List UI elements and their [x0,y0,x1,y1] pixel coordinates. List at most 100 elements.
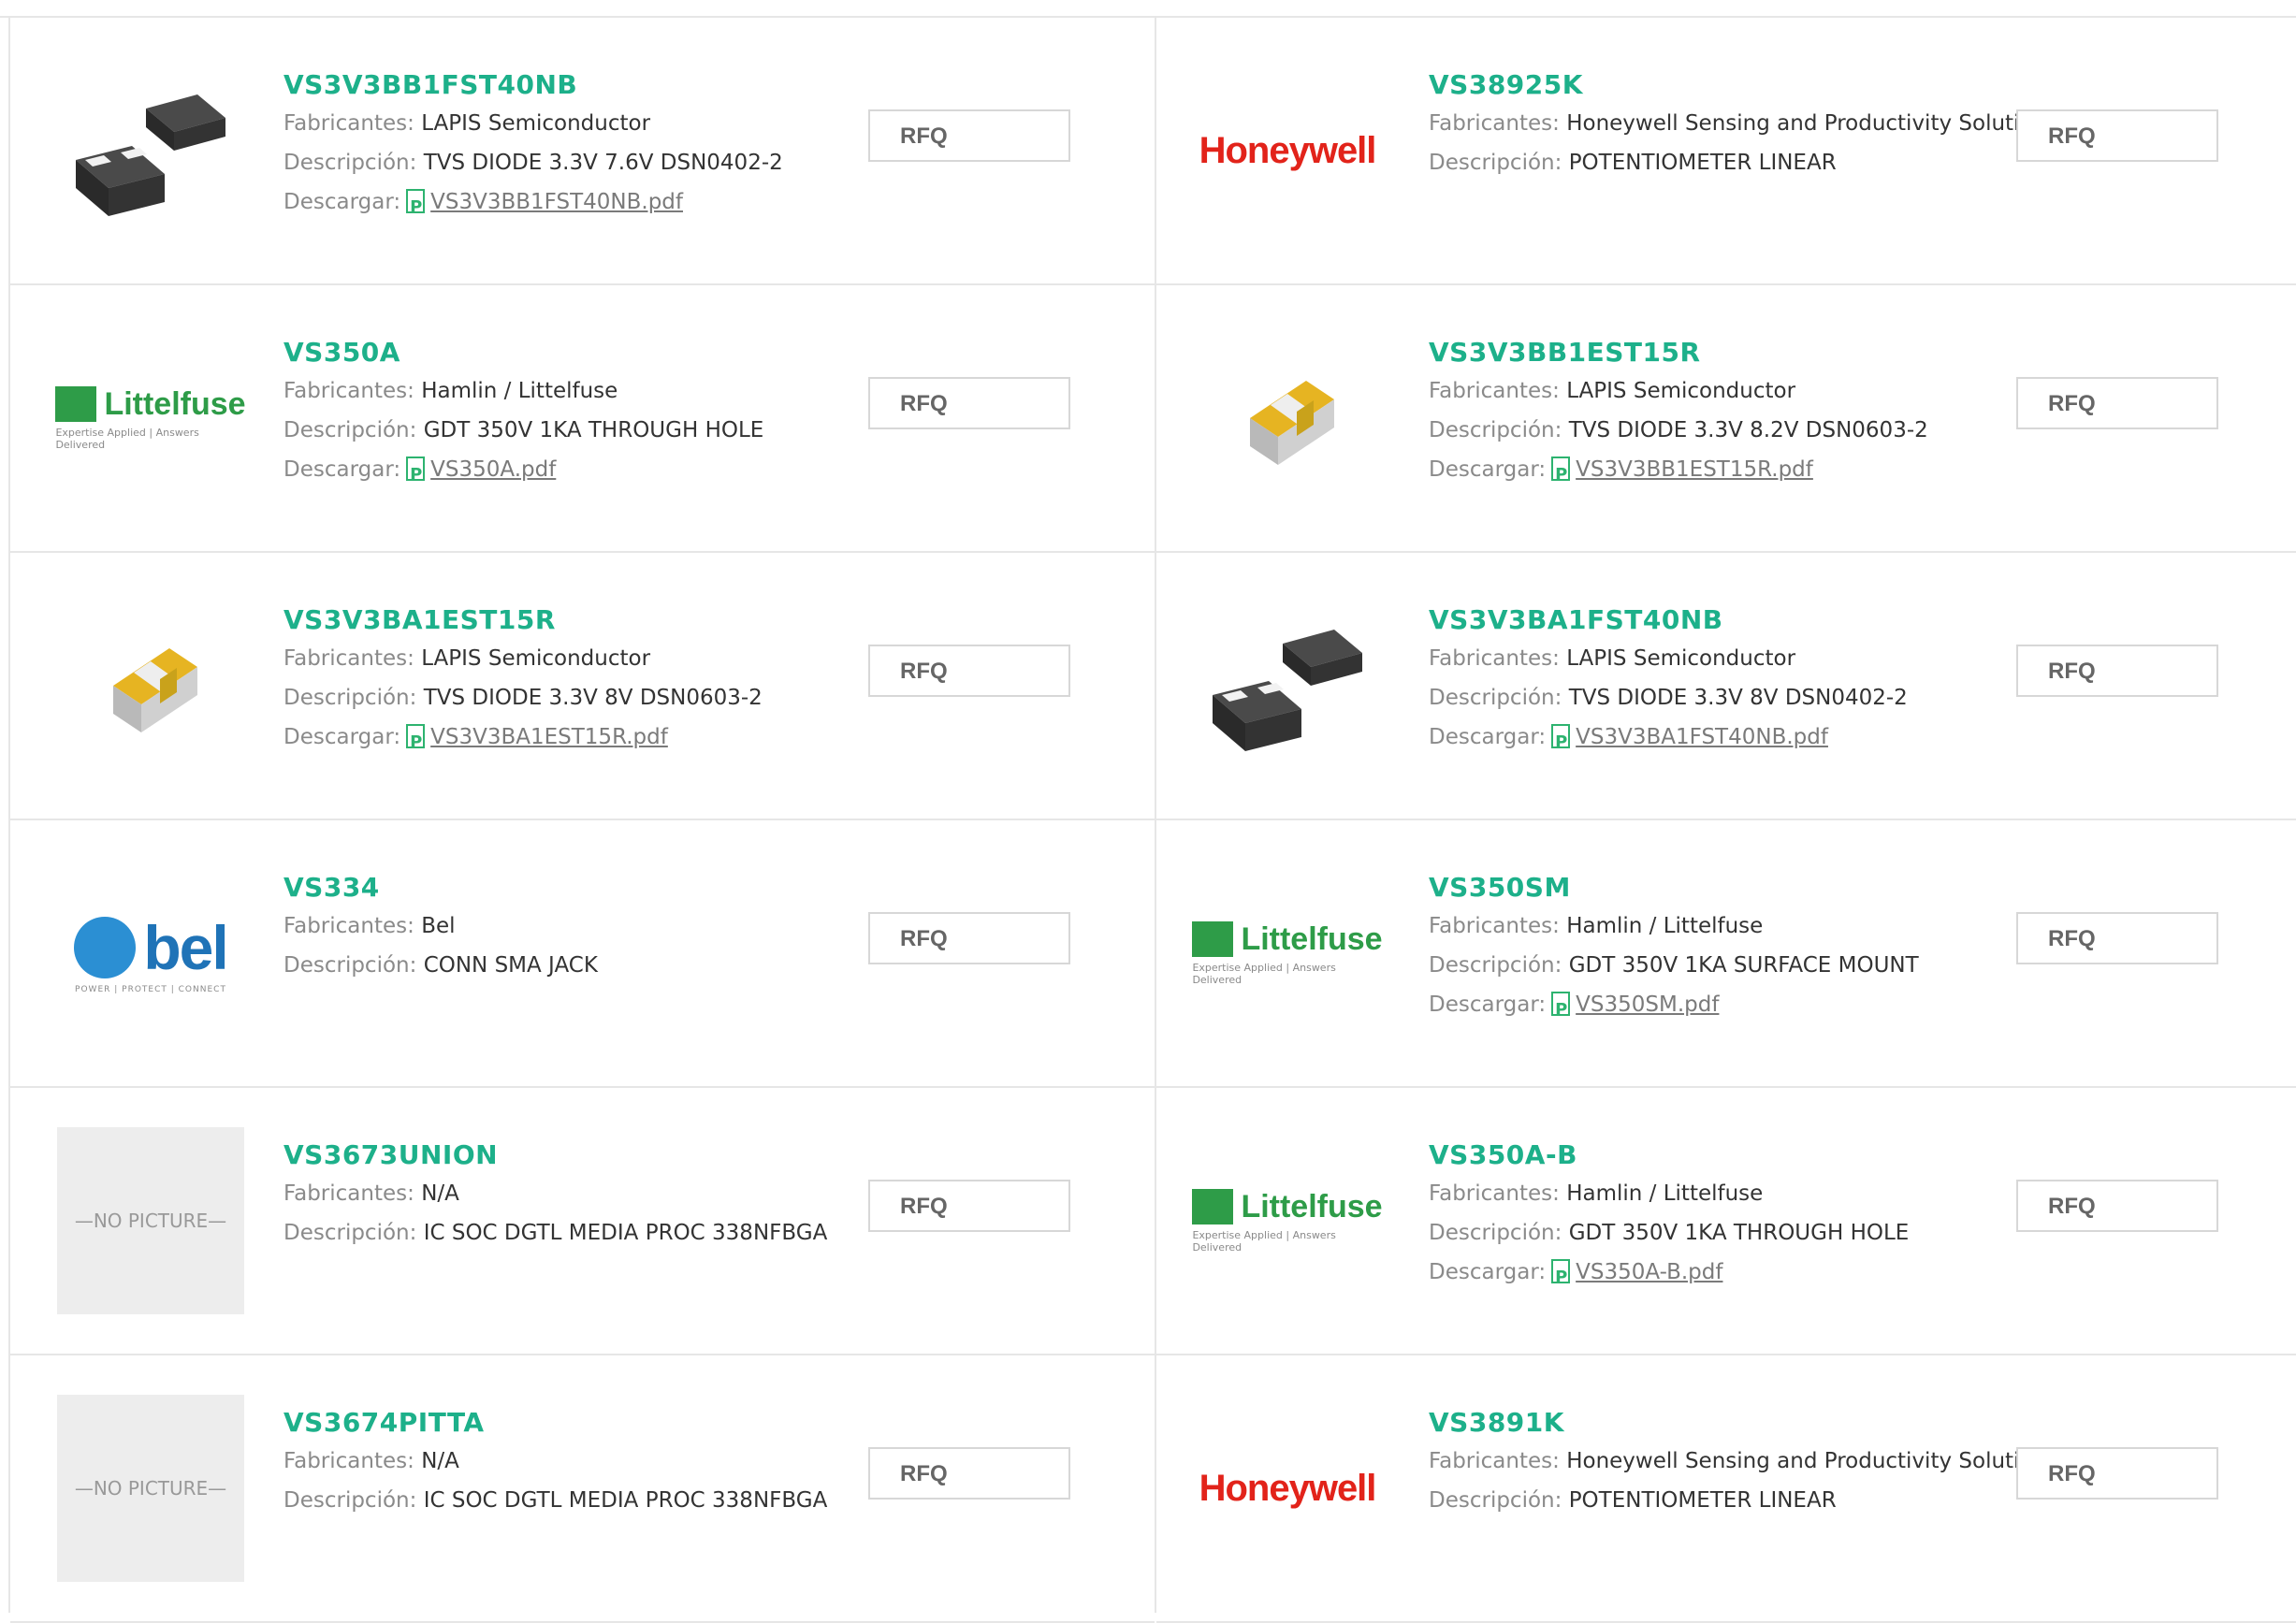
no-picture-placeholder: —NO PICTURE— [57,1127,244,1314]
part-number-link[interactable]: VS334 [283,869,1155,906]
pdf-icon[interactable] [406,723,426,762]
download-row: Descargar: VS3V3BA1FST40NB.pdf [1429,717,2296,762]
manufacturer-value: Bel [421,914,456,938]
manufacturer-label: Fabricantes: [283,111,414,136]
rfq-button[interactable]: RFQ [2016,109,2218,162]
part-number-link[interactable]: VS350A-B [1429,1137,2296,1174]
pdf-icon[interactable] [406,188,426,227]
part-number-link[interactable]: VS3V3BB1EST15R [1429,334,2296,371]
download-label: Descargar: [1429,457,1547,482]
rfq-button[interactable]: RFQ [868,645,1070,697]
description-value: POTENTIOMETER LINEAR [1568,1488,1837,1513]
rfq-button[interactable]: RFQ [2016,377,2218,429]
manufacturer-label: Fabricantes: [283,914,414,938]
part-number-link[interactable]: VS3674PITTA [283,1404,1155,1442]
description-label: Descripción: [1429,418,1562,442]
product-thumbnail[interactable]: —NO PICTURE— [57,1395,244,1582]
description-label: Descripción: [283,151,417,175]
part-number-link[interactable]: VS3V3BB1FST40NB [283,66,1155,104]
part-number-link[interactable]: VS3V3BA1EST15R [283,601,1155,639]
download-label: Descargar: [283,190,401,214]
product-card: VS3V3BB1FST40NB Fabricantes: LAPIS Semico… [10,18,1155,285]
description-value: CONN SMA JACK [423,953,598,978]
rfq-button[interactable]: RFQ [2016,1447,2218,1500]
bel-logo: bel POWER | PROTECT | CONNECT [74,913,229,994]
manufacturer-label: Fabricantes: [1429,1181,1560,1206]
datasheet-link[interactable]: VS3V3BA1FST40NB.pdf [1576,725,1828,749]
rfq-button[interactable]: RFQ [2016,645,2218,697]
product-thumbnail[interactable] [57,592,244,779]
part-number-link[interactable]: VS3673UNION [283,1137,1155,1174]
description-value: GDT 350V 1KA THROUGH HOLE [1568,1221,1910,1245]
littelfuse-mark-icon [1192,921,1234,957]
manufacturer-label: Fabricantes: [1429,914,1560,938]
download-row: Descargar: VS3V3BB1EST15R.pdf [1429,450,2296,495]
littelfuse-mark-icon [1192,1189,1234,1224]
manufacturer-value: LAPIS Semiconductor [421,111,651,136]
product-card: Littelfuse Expertise Applied | Answers De… [1156,820,2296,1088]
pdf-icon[interactable] [1551,991,1571,1030]
rfq-button[interactable]: RFQ [2016,912,2218,964]
description-label: Descripción: [1429,151,1562,175]
part-number-link[interactable]: VS38925K [1429,66,2296,104]
description-label: Descripción: [283,686,417,710]
product-thumbnail[interactable] [57,57,244,244]
product-thumbnail[interactable]: Honeywell [1194,57,1381,244]
description-value: IC SOC DGTL MEDIA PROC 338NFBGA [423,1221,828,1245]
part-number-link[interactable]: VS3V3BA1FST40NB [1429,601,2296,639]
rfq-button[interactable]: RFQ [868,1447,1070,1500]
bel-globe-icon [74,917,137,978]
product-card: VS3V3BA1FST40NB Fabricantes: LAPIS Semico… [1156,553,2296,820]
description-label: Descripción: [283,953,417,978]
product-thumbnail[interactable]: Littelfuse Expertise Applied | Answers De… [55,325,246,512]
product-grid: VS3V3BB1FST40NB Fabricantes: LAPIS Semico… [10,18,2296,1623]
littelfuse-logo: Littelfuse Expertise Applied | Answers De… [55,385,246,451]
download-row: Descargar: VS350A.pdf [283,450,1155,495]
product-thumbnail[interactable]: —NO PICTURE— [57,1127,244,1314]
pdf-icon[interactable] [1551,456,1571,495]
datasheet-link[interactable]: VS3V3BB1FST40NB.pdf [430,190,683,214]
product-thumbnail[interactable] [1194,325,1381,512]
rfq-button[interactable]: RFQ [868,377,1070,429]
no-picture-placeholder: —NO PICTURE— [57,1395,244,1582]
download-label: Descargar: [283,725,401,749]
component-photo [1250,381,1334,465]
manufacturer-value: LAPIS Semiconductor [1566,646,1796,671]
component-photo [76,94,225,216]
description-value: TVS DIODE 3.3V 8V DSN0603-2 [423,686,763,710]
rfq-button[interactable]: RFQ [868,912,1070,964]
description-value: TVS DIODE 3.3V 8V DSN0402-2 [1568,686,1908,710]
description-label: Descripción: [283,1488,417,1513]
part-number-link[interactable]: VS350A [283,334,1155,371]
product-thumbnail[interactable]: Littelfuse Expertise Applied | Answers De… [1192,860,1383,1047]
description-label: Descripción: [1429,1488,1562,1513]
product-thumbnail[interactable]: Littelfuse Expertise Applied | Answers De… [1192,1127,1383,1314]
manufacturer-label: Fabricantes: [283,646,414,671]
datasheet-link[interactable]: VS350A.pdf [430,457,556,482]
product-card: Littelfuse Expertise Applied | Answers De… [10,285,1155,553]
product-thumbnail[interactable] [1194,592,1381,779]
description-label: Descripción: [1429,1221,1562,1245]
littelfuse-mark-icon [55,386,97,422]
pdf-icon[interactable] [1551,723,1571,762]
datasheet-link[interactable]: VS3V3BB1EST15R.pdf [1576,457,1813,482]
product-thumbnail[interactable]: Honeywell [1194,1395,1381,1582]
rfq-button[interactable]: RFQ [2016,1180,2218,1232]
download-label: Descargar: [1429,993,1547,1017]
datasheet-link[interactable]: VS350SM.pdf [1576,993,1719,1017]
manufacturer-label: Fabricantes: [1429,646,1560,671]
manufacturer-value: Hamlin / Littelfuse [1566,1181,1764,1206]
pdf-icon[interactable] [1551,1258,1571,1297]
pdf-icon[interactable] [406,456,426,495]
rfq-button[interactable]: RFQ [868,1180,1070,1232]
part-number-link[interactable]: VS350SM [1429,869,2296,906]
rfq-button[interactable]: RFQ [868,109,1070,162]
description-value: IC SOC DGTL MEDIA PROC 338NFBGA [423,1488,828,1513]
product-card: Honeywell VS38925K Fabricantes: Honeywell … [1156,18,2296,285]
datasheet-link[interactable]: VS350A-B.pdf [1576,1260,1722,1284]
product-thumbnail[interactable]: bel POWER | PROTECT | CONNECT [57,860,244,1047]
manufacturer-value: Honeywell Sensing and Productivity Solut… [1566,1449,2058,1473]
manufacturer-value: N/A [421,1449,459,1473]
part-number-link[interactable]: VS3891K [1429,1404,2296,1442]
datasheet-link[interactable]: VS3V3BA1EST15R.pdf [430,725,668,749]
